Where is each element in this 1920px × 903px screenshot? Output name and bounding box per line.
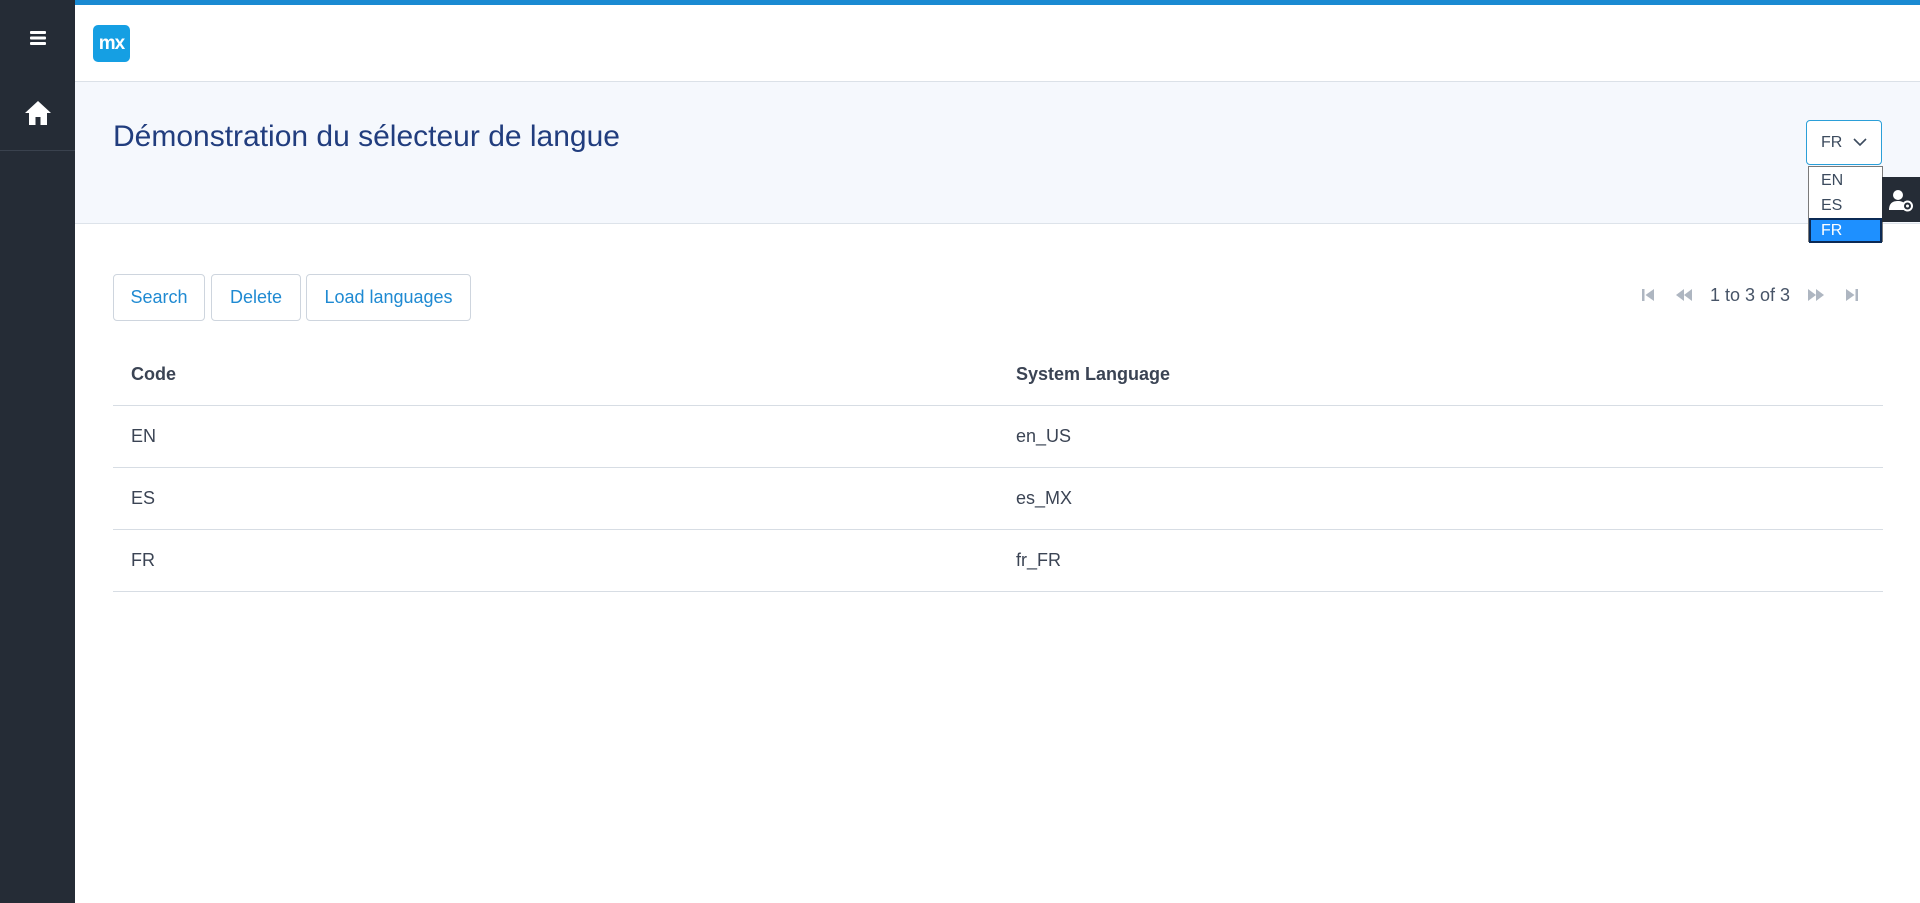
hamburger-icon [29,30,46,45]
cell-code: EN [131,426,157,446]
delete-button[interactable]: Delete [211,274,301,321]
load-languages-button[interactable]: Load languages [306,274,471,321]
last-page-button[interactable] [1834,278,1870,312]
pagination-status: 1 to 3 of 3 [1710,284,1791,305]
home-nav-button[interactable] [0,75,75,151]
pagination: 1 to 3 of 3 [1630,278,1870,312]
top-header: mx [75,0,1920,82]
column-header-system-language[interactable]: System Language [998,364,1883,385]
cell-code: ES [131,488,156,508]
language-option-es[interactable]: ES [1809,193,1882,218]
table-row[interactable]: ES es_MX [113,468,1883,530]
cell-system-language: en_US [1016,426,1072,446]
languages-grid: Code System Language EN en_US ES es_MX F… [113,343,1883,592]
grid-header-row: Code System Language [113,343,1883,406]
language-option-fr[interactable]: FR [1809,218,1882,243]
first-page-icon [1642,289,1654,301]
search-button[interactable]: Search [113,274,205,321]
menu-toggle-button[interactable] [0,0,75,75]
first-page-button[interactable] [1630,278,1666,312]
app-logo[interactable]: mx [93,25,130,62]
next-page-icon [1808,289,1825,301]
table-row[interactable]: FR fr_FR [113,530,1883,592]
chevron-down-icon [1853,138,1867,147]
language-option-en[interactable]: EN [1809,168,1882,193]
sidebar [0,0,75,903]
language-select-value: FR [1821,133,1843,151]
logo-text: mx [98,32,125,54]
table-row[interactable]: EN en_US [113,406,1883,468]
user-settings-button[interactable] [1882,177,1920,222]
column-header-code[interactable]: Code [113,364,998,385]
cell-system-language: es_MX [1016,488,1073,508]
previous-page-icon [1676,289,1692,301]
page-title: Démonstration du sélecteur de langue [113,120,620,153]
cell-code: FR [131,550,155,570]
user-settings-icon [1889,189,1913,211]
previous-page-button[interactable] [1666,278,1702,312]
language-select[interactable]: FR [1806,120,1882,165]
language-dropdown-list: EN ES FR [1808,166,1883,243]
home-icon [24,100,51,125]
next-page-button[interactable] [1798,278,1834,312]
cell-system-language: fr_FR [1016,550,1061,570]
page-header: Démonstration du sélecteur de langue [75,82,1920,224]
last-page-icon [1846,289,1859,301]
